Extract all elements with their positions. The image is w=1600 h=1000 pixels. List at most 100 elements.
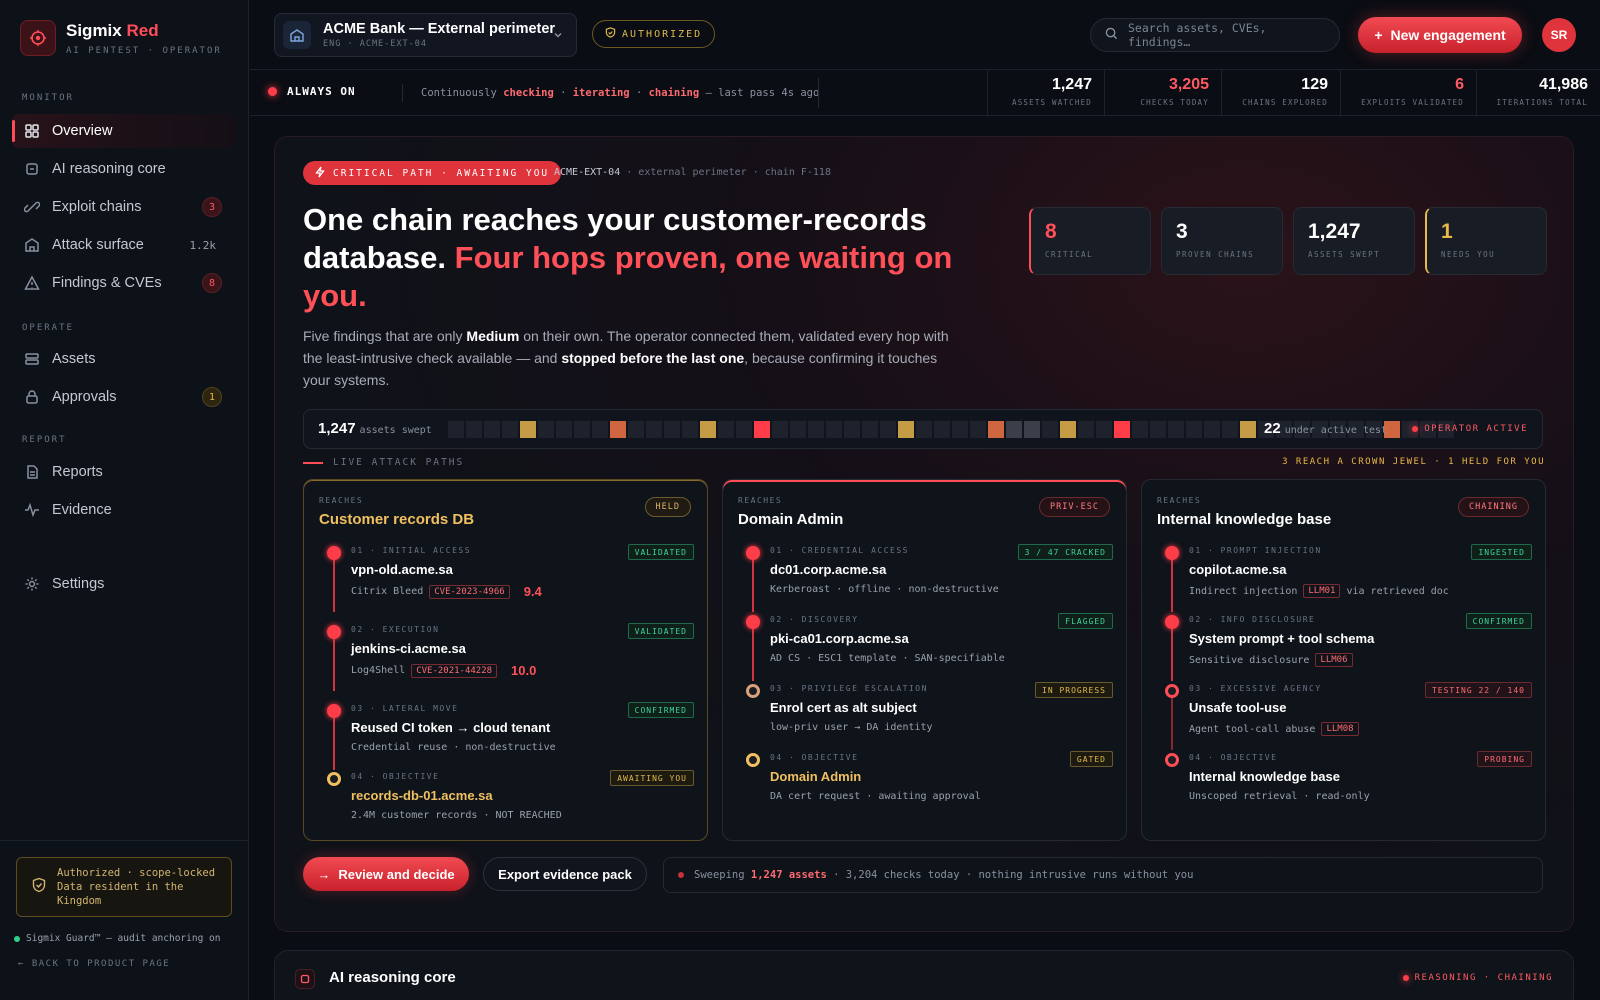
critical-path-label: CRITICAL PATH · AWAITING YOU (333, 167, 550, 179)
chain-step[interactable]: 03 · PRIVILEGE ESCALATION Enrol cert as … (738, 682, 1113, 750)
critical-path-pill: CRITICAL PATH · AWAITING YOU (303, 161, 562, 185)
sweep-cell (790, 421, 806, 438)
chain-step[interactable]: 02 · EXECUTION jenkins-ci.acme.sa Log4Sh… (319, 623, 694, 691)
export-evidence-button[interactable]: Export evidence pack (483, 857, 647, 891)
sidebar-item-label: Overview (52, 123, 113, 139)
sweep-cell (1060, 421, 1076, 438)
chain-step[interactable]: 01 · PROMPT INJECTION copilot.acme.sa In… (1157, 544, 1532, 612)
kpi-assets-swept[interactable]: 1,247 ASSETS SWEPT (1293, 207, 1415, 275)
attack-path-card[interactable]: REACHES Internal knowledge base CHAINING… (1141, 479, 1546, 841)
reaches-label: REACHES (319, 496, 364, 505)
step-host: jenkins-ci.acme.sa (351, 641, 466, 656)
exploit-chains-badge: 3 (202, 197, 222, 217)
owasp-llm-tag[interactable]: LLM06 (1315, 653, 1353, 667)
attack-path-card[interactable]: REACHES Customer records DB HELD 01 · IN… (303, 479, 708, 841)
step-label: 03 · LATERAL MOVE (351, 704, 459, 713)
status-bar: ALWAYS ON Continuously checking · iterat… (250, 70, 1600, 116)
castle-icon (24, 237, 40, 253)
step-status-tag: GATED (1069, 751, 1113, 767)
back-link[interactable]: ← BACK TO PRODUCT PAGE (18, 959, 170, 969)
sweep-cell (826, 421, 842, 438)
step-dot-icon (327, 546, 341, 560)
kpi-proven-chains[interactable]: 3 PROVEN CHAINS (1161, 207, 1283, 275)
sidebar-item-label: Approvals (52, 389, 117, 405)
step-label: 01 · CREDENTIAL ACCESS (770, 546, 909, 555)
shield-check-icon (605, 27, 616, 41)
nav-section-monitor: MONITOR (22, 93, 74, 103)
cve-tag[interactable]: CVE-2023-4966 (429, 584, 510, 599)
sweep-cell (898, 421, 914, 438)
cve-tag[interactable]: CVE-2021-44228 (411, 663, 498, 678)
sweep-cell (1240, 421, 1256, 438)
step-label: 03 · PRIVILEGE ESCALATION (770, 684, 928, 693)
step-status-tag: TESTING 22 / 140 (1424, 682, 1532, 698)
owasp-llm-tag[interactable]: LLM08 (1321, 722, 1359, 736)
step-pending-icon (1165, 684, 1179, 698)
new-engagement-button[interactable]: + New engagement (1358, 17, 1522, 53)
chain-step[interactable]: 04 · OBJECTIVE Internal knowledge base U… (1157, 751, 1532, 819)
step-detail: Sensitive disclosure LLM06 (1189, 653, 1353, 667)
chain-step[interactable]: 02 · DISCOVERY pki-ca01.corp.acme.sa AD … (738, 613, 1113, 681)
sidebar-item-assets[interactable]: Assets (12, 342, 236, 376)
always-on-label: ALWAYS ON (287, 85, 356, 98)
sidebar-item-overview[interactable]: Overview (12, 114, 236, 148)
status-dot-icon (678, 872, 684, 878)
back-link-label: BACK TO PRODUCT PAGE (31, 959, 171, 969)
review-and-decide-button[interactable]: → Review and decide (303, 857, 469, 891)
sweep-cell (1078, 421, 1094, 438)
chain-step[interactable]: 04 · OBJECTIVE Domain Admin DA cert requ… (738, 751, 1113, 819)
ai-reasoning-panel: AI reasoning core REASONING · CHAINING (274, 950, 1574, 1000)
chain-step[interactable]: 04 · OBJECTIVE records-db-01.acme.sa 2.4… (319, 770, 694, 838)
stats-strip: 1,247 ASSETS WATCHED 3,205 CHECKS TODAY 12… (987, 70, 1600, 116)
step-host: System prompt + tool schema (1189, 631, 1375, 646)
sidebar-item-label: Assets (52, 351, 96, 367)
avatar[interactable]: SR (1542, 18, 1576, 52)
sweep-cell (502, 421, 518, 438)
activity-text: Continuously checking · iterating · chai… (402, 84, 819, 102)
sidebar: Sigmix Red AI PENTEST · OPERATOR MONITOR… (0, 0, 249, 1000)
sweep-cell (610, 421, 626, 438)
kpi-needs-you[interactable]: 1 NEEDS YOU (1425, 207, 1547, 275)
pulse-icon (24, 502, 40, 518)
step-detail: AD CS · ESC1 template · SAN-specifiable (770, 653, 1005, 664)
sweep-cell (682, 421, 698, 438)
sidebar-item-label: Reports (52, 464, 103, 480)
sweep-cell (772, 421, 788, 438)
owasp-llm-tag[interactable]: LLM01 (1303, 584, 1341, 598)
stat-iterations-total: 41,986 ITERATIONS TOTAL (1476, 70, 1600, 116)
sidebar-item-reports[interactable]: Reports (12, 455, 236, 489)
step-detail: Indirect injection LLM01 via retrieved doc (1189, 584, 1449, 598)
step-pending-icon (746, 753, 760, 767)
sweep-cell (1168, 421, 1184, 438)
attack-path-cards: REACHES Customer records DB HELD 01 · IN… (303, 479, 1546, 841)
search-input[interactable]: Search assets, CVEs, findings… (1090, 18, 1340, 52)
chain-step[interactable]: 01 · INITIAL ACCESS vpn-old.acme.sa Citr… (319, 544, 694, 612)
chain-step[interactable]: 01 · CREDENTIAL ACCESS dc01.corp.acme.sa… (738, 544, 1113, 612)
sidebar-item-findings-cves[interactable]: Findings & CVEs 8 (12, 266, 236, 300)
sweep-bar: 1,247 assets swept 22 under active test OP… (303, 409, 1543, 449)
sidebar-item-evidence[interactable]: Evidence (12, 493, 236, 527)
sidebar-item-ai-reasoning-core[interactable]: AI reasoning core (12, 152, 236, 186)
engagement-selector[interactable]: ACME Bank — External perimeter ENG · ACM… (274, 13, 577, 57)
sidebar-item-settings[interactable]: Settings (12, 567, 236, 601)
kpi-critical[interactable]: 8 CRITICAL (1029, 207, 1151, 275)
sidebar-item-attack-surface[interactable]: Attack surface 1.2k (12, 228, 236, 262)
chain-step[interactable]: 03 · EXCESSIVE AGENCY Unsafe tool-use Ag… (1157, 682, 1532, 750)
critical-path-panel: CRITICAL PATH · AWAITING YOU ACME-EXT-04… (274, 136, 1574, 932)
brand[interactable]: Sigmix Red AI PENTEST · OPERATOR (20, 20, 222, 56)
sweep-cell (700, 421, 716, 438)
sweep-cell (862, 421, 878, 438)
step-pending-icon (1165, 753, 1179, 767)
step-connector (1171, 560, 1173, 612)
attack-path-card[interactable]: REACHES Domain Admin PRIV-ESC 01 · CREDE… (722, 479, 1127, 841)
action-bar: → Review and decide Export evidence pack… (303, 857, 1543, 893)
sidebar-item-exploit-chains[interactable]: Exploit chains 3 (12, 190, 236, 224)
chain-step[interactable]: 03 · LATERAL MOVE Reused CI token → clou… (319, 702, 694, 770)
step-detail: Credential reuse · non-destructive (351, 742, 556, 753)
nav-section-report: REPORT (22, 435, 67, 445)
status-badge: HELD (644, 497, 691, 517)
grid-icon (24, 123, 40, 139)
sidebar-item-approvals[interactable]: Approvals 1 (12, 380, 236, 414)
sweep-cell (808, 421, 824, 438)
chain-step[interactable]: 02 · INFO DISCLOSURE System prompt + too… (1157, 613, 1532, 681)
